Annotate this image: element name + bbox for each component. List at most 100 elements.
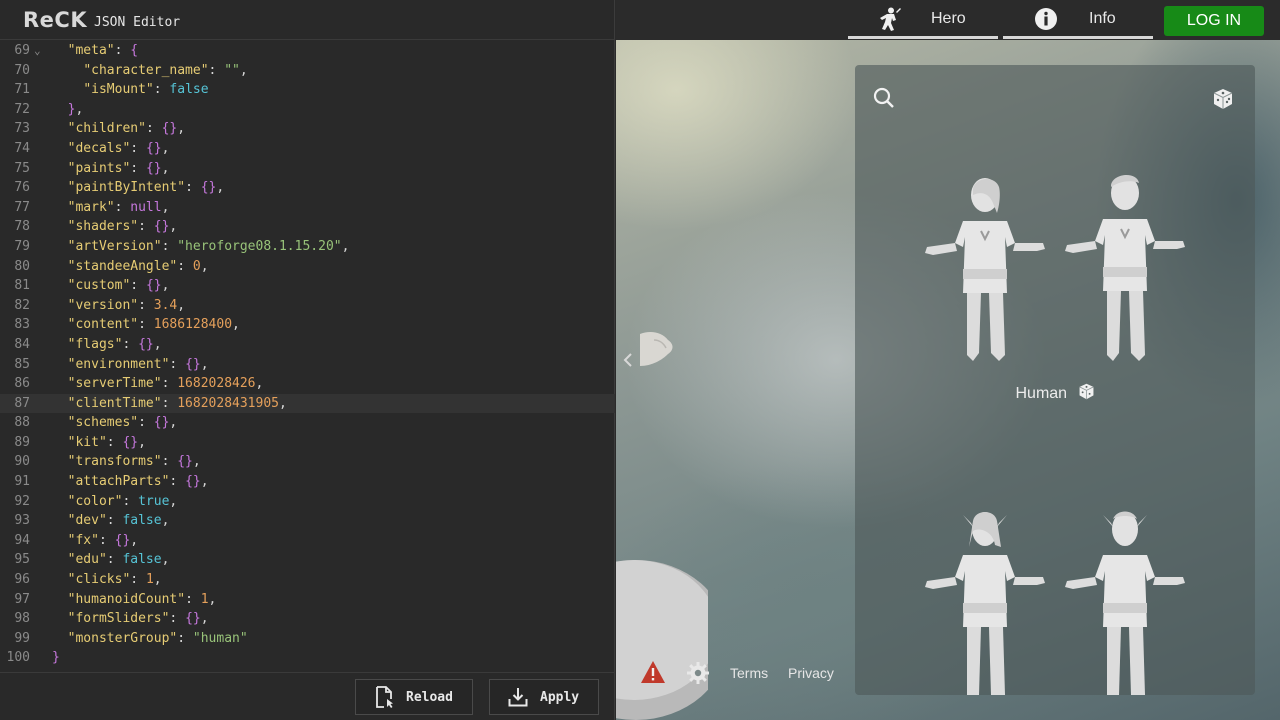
code-line[interactable]: 70 "character_name": "", — [0, 61, 615, 81]
code-token: "color" — [67, 493, 123, 509]
randomize-button[interactable] — [1212, 88, 1234, 115]
code-line[interactable]: 71 "isMount": false — [0, 80, 615, 100]
code-token: : — [138, 317, 154, 333]
code-token: "character_name" — [83, 62, 209, 78]
code-token: , — [278, 395, 287, 411]
code-text: "color": true, — [52, 492, 178, 512]
code-line[interactable]: 91 "attachParts": {}, — [0, 472, 615, 492]
code-text: "dev": false, — [52, 511, 170, 531]
login-button[interactable]: LOG IN — [1164, 6, 1264, 36]
code-token: "kit" — [67, 434, 107, 450]
race-randomize-button[interactable] — [1078, 383, 1095, 405]
line-number: 69 — [14, 43, 30, 58]
code-token: : — [208, 62, 225, 78]
privacy-link[interactable]: Privacy — [788, 665, 834, 681]
model-base — [616, 560, 708, 720]
code-line[interactable]: 96 "clicks": 1, — [0, 570, 615, 590]
code-line[interactable]: 75 "paints": {}, — [0, 159, 615, 179]
code-text: "artVersion": "heroforge08.1.15.20", — [52, 237, 350, 257]
code-line[interactable]: 98 "formSliders": {}, — [0, 609, 615, 629]
code-line[interactable]: 85 "environment": {}, — [0, 355, 615, 375]
hero-viewport[interactable]: Hero Info LOG IN Human Terms Privacy — [616, 0, 1280, 720]
code-token: , — [161, 513, 170, 529]
code-line[interactable]: 72 }, — [0, 100, 615, 120]
code-line[interactable]: 78 "shaders": {}, — [0, 217, 615, 237]
tab-hero[interactable]: Hero — [848, 0, 998, 40]
code-line[interactable]: 86 "serverTime": 1682028426, — [0, 374, 615, 394]
code-line[interactable]: 93 "dev": false, — [0, 511, 615, 531]
warning-button[interactable] — [640, 660, 666, 689]
reload-file-icon — [376, 686, 393, 708]
code-line[interactable]: 76 "paintByIntent": {}, — [0, 178, 615, 198]
code-token: , — [169, 415, 178, 431]
code-line[interactable]: 80 "standeeAngle": 0, — [0, 257, 615, 277]
human-female-figure[interactable] — [923, 173, 1047, 367]
gear-icon — [687, 662, 709, 684]
reload-button[interactable]: Reload — [355, 679, 473, 715]
collapse-panel-toggle[interactable] — [622, 350, 634, 375]
line-number: 95 — [14, 552, 30, 568]
code-line[interactable]: 87 "clientTime": 1682028431905, — [0, 393, 615, 414]
code-token: {} — [114, 532, 131, 548]
code-line[interactable]: 97 "humanoidCount": 1, — [0, 590, 615, 610]
code-token: , — [341, 238, 350, 254]
code-token: false — [122, 513, 162, 529]
code-token: : — [114, 43, 131, 58]
code-line[interactable]: 82 "version": 3.4, — [0, 296, 615, 316]
fold-chevron-icon[interactable]: ⌄ — [34, 41, 41, 61]
elf-female-figure[interactable] — [923, 507, 1047, 695]
code-token: , — [153, 336, 162, 352]
code-area[interactable]: 69 ⌄ "meta": {70 "character_name": "", 71 … — [0, 41, 615, 668]
code-text: "paints": {}, — [52, 159, 170, 179]
code-token: {} — [153, 415, 170, 431]
code-text: "humanoidCount": 1, — [52, 590, 217, 610]
code-token: "schemes" — [67, 415, 139, 431]
code-text: "clientTime": 1682028431905, — [52, 394, 287, 414]
code-token: false — [169, 82, 209, 98]
code-line[interactable]: 89 "kit": {}, — [0, 433, 615, 453]
picker-search-button[interactable] — [873, 87, 895, 114]
code-line[interactable]: 100} — [0, 648, 615, 668]
code-line[interactable]: 73 "children": {}, — [0, 119, 615, 139]
code-line[interactable]: 77 "mark": null, — [0, 198, 615, 218]
race-label-row: Human — [855, 383, 1255, 405]
code-token: {} — [185, 611, 201, 627]
code-token: {} — [161, 121, 178, 137]
code-line[interactable]: 99 "monsterGroup": "human" — [0, 629, 615, 649]
code-token: {} — [177, 454, 193, 470]
code-line[interactable]: 83 "content": 1686128400, — [0, 315, 615, 335]
code-line[interactable]: 81 "custom": {}, — [0, 276, 615, 296]
code-text: "edu": false, — [52, 550, 170, 570]
settings-button[interactable] — [686, 661, 710, 690]
dice-icon — [1078, 383, 1094, 400]
code-text: "children": {}, — [52, 119, 185, 139]
download-icon — [508, 688, 528, 707]
code-line[interactable]: 88 "schemes": {}, — [0, 413, 615, 433]
code-line[interactable]: 95 "edu": false, — [0, 550, 615, 570]
code-token: 1682028431905 — [177, 395, 279, 411]
code-text: "kit": {}, — [52, 433, 146, 453]
apply-button[interactable]: Apply — [489, 679, 599, 715]
tab-info[interactable]: Info — [1003, 0, 1153, 40]
code-line[interactable]: 74 "decals": {}, — [0, 139, 615, 159]
code-token: , — [169, 493, 178, 509]
code-line[interactable]: 69 ⌄ "meta": { — [0, 41, 615, 61]
human-male-figure[interactable] — [1063, 171, 1187, 367]
code-token: "environment" — [67, 356, 170, 372]
elf-male-figure[interactable] — [1063, 507, 1187, 695]
terms-link[interactable]: Terms — [730, 665, 768, 681]
code-line[interactable]: 84 "flags": {}, — [0, 335, 615, 355]
code-line[interactable]: 94 "fx": {}, — [0, 531, 615, 551]
code-line[interactable]: 79 "artVersion": "heroforge08.1.15.20", — [0, 237, 615, 257]
line-number: 84 — [14, 336, 30, 352]
code-token: , — [200, 611, 209, 627]
code-line[interactable]: 90 "transforms": {}, — [0, 452, 615, 472]
code-line[interactable]: 92 "color": true, — [0, 492, 615, 512]
info-icon — [1035, 8, 1057, 30]
